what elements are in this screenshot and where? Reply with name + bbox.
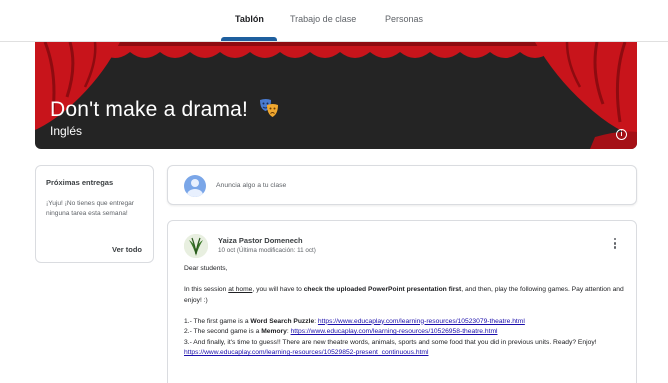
memory-game-link[interactable]: https://www.educaplay.com/learning-resou… bbox=[291, 328, 498, 335]
user-avatar bbox=[184, 175, 206, 197]
announce-box[interactable]: Anuncia algo a tu clase bbox=[167, 165, 637, 205]
theater-curtain-illustration bbox=[35, 42, 637, 149]
post-date: 10 oct (Última modificación: 11 oct) bbox=[218, 247, 316, 254]
tab-classwork[interactable]: Trabajo de clase bbox=[290, 14, 356, 24]
present-continuous-link[interactable]: https://www.educaplay.com/learning-resou… bbox=[184, 349, 428, 356]
class-title: Don't make a drama! bbox=[50, 98, 249, 121]
top-navigation: Tablón Trabajo de clase Personas bbox=[0, 0, 668, 42]
class-subject: Inglés bbox=[50, 124, 83, 138]
announce-placeholder: Anuncia algo a tu clase bbox=[216, 182, 287, 189]
tab-people[interactable]: Personas bbox=[385, 14, 423, 24]
theater-masks-icon bbox=[260, 99, 278, 117]
tab-stream[interactable]: Tablón bbox=[235, 14, 264, 24]
game-line-1: 1.- The first game is a Word Search Puzz… bbox=[184, 317, 525, 325]
info-icon[interactable]: i bbox=[616, 129, 627, 140]
post-author: Yaiza Pastor Domenech bbox=[218, 236, 303, 245]
post-greeting: Dear students, bbox=[184, 265, 228, 272]
game-line-2: 2.- The second game is a Memory: https:/… bbox=[184, 328, 498, 335]
word-search-link[interactable]: https://www.educaplay.com/learning-resou… bbox=[318, 318, 525, 325]
upcoming-title: Próximas entregas bbox=[46, 178, 114, 187]
post-paragraph: In this session at home, you will have t… bbox=[184, 286, 624, 304]
post-body: Dear students, In this session at home, … bbox=[184, 264, 624, 359]
more-vert-icon[interactable] bbox=[612, 238, 618, 252]
game-line-3: 3.- And finally, it's time to guess!! Th… bbox=[184, 338, 597, 357]
active-tab-indicator bbox=[221, 37, 277, 41]
author-avatar bbox=[184, 234, 208, 258]
upcoming-message: ¡Yuju! ¡No tienes que entregar ninguna t… bbox=[46, 200, 134, 217]
view-all-link[interactable]: Ver todo bbox=[112, 245, 142, 254]
announcement-post: Yaiza Pastor Domenech 10 oct (Última mod… bbox=[167, 220, 637, 383]
upcoming-work-card: Próximas entregas ¡Yuju! ¡No tienes que … bbox=[35, 165, 154, 263]
class-banner: Don't make a drama! Inglés i bbox=[35, 42, 637, 149]
at-home-text: at home bbox=[228, 286, 253, 293]
